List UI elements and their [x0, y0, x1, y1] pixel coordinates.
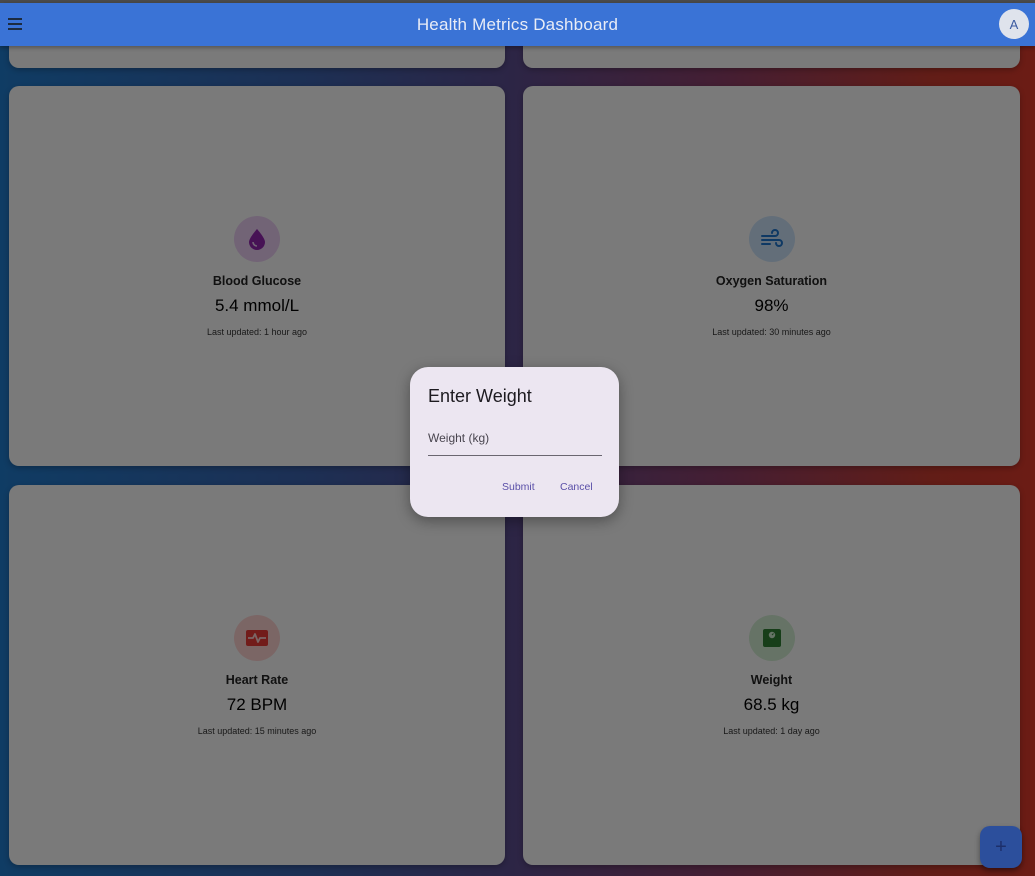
weight-input[interactable]: [428, 425, 602, 455]
app-bar: Health Metrics Dashboard A: [0, 3, 1035, 46]
cancel-button[interactable]: Cancel: [560, 481, 593, 493]
dialog-title: Enter Weight: [428, 386, 532, 406]
menu-icon[interactable]: [8, 15, 22, 33]
add-button[interactable]: +: [980, 826, 1022, 868]
weight-field-underline: [428, 455, 602, 456]
submit-button[interactable]: Submit: [502, 481, 535, 493]
avatar[interactable]: A: [999, 9, 1029, 39]
plus-icon: +: [995, 835, 1007, 858]
enter-weight-dialog: Enter Weight Weight (kg) Submit Cancel: [410, 367, 619, 517]
page-title: Health Metrics Dashboard: [416, 14, 619, 34]
